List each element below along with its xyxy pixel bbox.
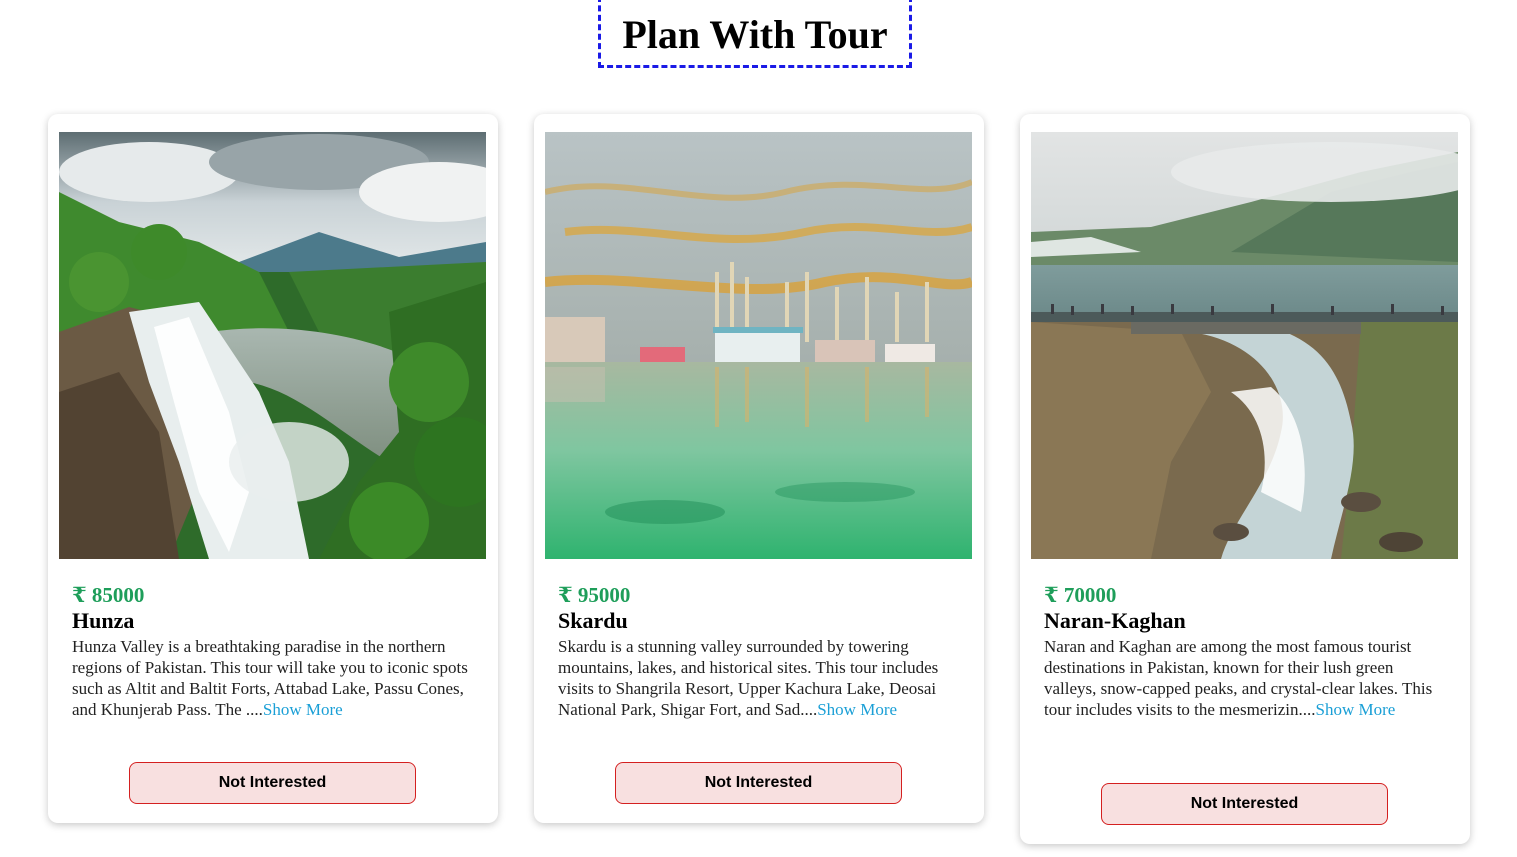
lake-resort-photo — [545, 132, 972, 559]
tour-info: ₹ 85000 Hunza Hunza Valley is a breathta… — [72, 582, 472, 720]
tour-name: Skardu — [558, 608, 628, 633]
show-more-link[interactable]: Show More — [817, 700, 897, 719]
tour-price: ₹ 70000 — [1044, 583, 1117, 607]
tour-info: ₹ 95000 Skardu Skardu is a stunning vall… — [558, 582, 958, 720]
mountain-lake-photo — [1031, 132, 1458, 559]
tour-image-naran-kaghan — [1031, 132, 1458, 559]
not-interested-button[interactable]: Not Interested — [129, 762, 416, 804]
tour-card-hunza: ₹ 85000 Hunza Hunza Valley is a breathta… — [48, 114, 498, 823]
tour-description: Skardu is a stunning valley surrounded b… — [558, 636, 958, 720]
tour-description: Hunza Valley is a breathtaking paradise … — [72, 636, 472, 720]
tour-price: ₹ 95000 — [558, 583, 631, 607]
tour-card-skardu: ₹ 95000 Skardu Skardu is a stunning vall… — [534, 114, 984, 823]
tour-card-naran-kaghan: ₹ 70000 Naran-Kaghan Naran and Kaghan ar… — [1020, 114, 1470, 844]
tour-name: Naran-Kaghan — [1044, 608, 1186, 633]
tour-description: Naran and Kaghan are among the most famo… — [1044, 636, 1444, 720]
page-title: Plan With Tour — [622, 11, 888, 57]
waterfall-photo — [59, 132, 486, 559]
tour-price: ₹ 85000 — [72, 583, 145, 607]
page-title-box: Plan With Tour — [598, 0, 912, 68]
tour-image-hunza — [59, 132, 486, 559]
not-interested-button[interactable]: Not Interested — [1101, 783, 1388, 825]
tour-image-skardu — [545, 132, 972, 559]
tour-info: ₹ 70000 Naran-Kaghan Naran and Kaghan ar… — [1044, 582, 1444, 720]
show-more-link[interactable]: Show More — [263, 700, 343, 719]
tour-name: Hunza — [72, 608, 135, 633]
not-interested-button[interactable]: Not Interested — [615, 762, 902, 804]
show-more-link[interactable]: Show More — [1316, 700, 1396, 719]
